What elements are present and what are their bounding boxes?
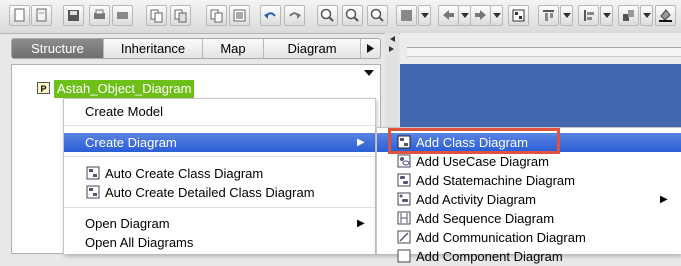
print-icon[interactable] [89,5,110,26]
zoom-fit-icon[interactable] [342,5,363,26]
submenu-item-add-usecase-diagram[interactable]: Add UseCase Diagram [377,152,681,171]
usecase-diagram-icon [397,154,411,168]
menu-item-auto-create-class[interactable]: Auto Create Class Diagram [64,164,375,183]
class-diagram-icon [86,185,100,199]
dropdown-arrow-icon[interactable] [418,5,431,26]
arrange-icon[interactable] [618,5,639,26]
submenu-arrow-icon: ▶ [660,194,668,205]
sequence-diagram-icon [397,211,411,225]
menu-item-create-model[interactable]: Create Model [64,102,375,121]
tab-diagram[interactable]: Diagram [264,39,361,58]
background-icon[interactable] [396,5,417,26]
tab-structure[interactable]: Structure [12,39,104,58]
dropdown-arrow-icon[interactable] [640,5,653,26]
arrange-icon[interactable] [578,5,599,26]
cut-icon[interactable] [206,5,227,26]
save-icon[interactable] [63,5,84,26]
tab-overflow-button[interactable] [361,39,380,58]
menu-item-label: Add Sequence Diagram [416,211,555,226]
triangle-right-icon [367,44,374,53]
communication-diagram-icon [397,230,411,244]
expand-right-icon [389,46,394,52]
menu-item-label: Create Diagram [85,135,177,150]
menu-item-open-all-diagrams[interactable]: Open All Diagrams [64,233,375,252]
forward-icon[interactable] [470,5,491,26]
menu-item-label: Auto Create Detailed Class Diagram [105,185,315,200]
copy-image-icon[interactable] [229,5,250,26]
copy-icon[interactable] [146,5,167,26]
dropdown-arrow-icon[interactable] [490,5,503,26]
create-diagram-submenu: Add Class Diagram Add UseCase Diagram Ad… [376,127,681,264]
main-toolbar [0,0,681,34]
print-preview-icon[interactable] [112,5,133,26]
menu-item-create-diagram[interactable]: Create Diagram ▶ [64,133,375,152]
menu-item-label: Add Component Diagram [416,249,563,264]
collapse-left-icon [390,36,395,42]
activity-diagram-icon [397,192,411,206]
menu-item-label: Add UseCase Diagram [416,154,549,169]
tab-map[interactable]: Map [203,39,264,58]
submenu-item-add-statemachine-diagram[interactable]: Add Statemachine Diagram [377,171,681,190]
package-icon: P [37,82,50,94]
component-diagram-icon [397,249,411,263]
submenu-arrow-icon: ▶ [357,218,365,229]
class-diagram-icon [86,166,100,180]
context-menu: Create Model Create Diagram ▶ Auto Creat… [63,98,376,254]
paste-icon[interactable] [170,5,191,26]
menu-item-label: Add Activity Diagram [416,192,536,207]
align-icon[interactable] [538,5,559,26]
submenu-item-add-communication-diagram[interactable]: Add Communication Diagram [377,228,681,247]
menu-separator [64,156,375,157]
fill-color-icon[interactable] [655,5,676,26]
tree-node-root[interactable]: Astah_Object_Diagram [54,80,195,98]
menu-item-auto-create-detailed[interactable]: Auto Create Detailed Class Diagram [64,183,375,202]
menu-item-label: Auto Create Class Diagram [105,166,264,181]
menu-item-label: Add Statemachine Diagram [416,173,575,188]
new-file-icon[interactable] [9,5,30,26]
grid-icon[interactable] [508,5,529,26]
tab-inheritance[interactable]: Inheritance [104,39,203,58]
dropdown-arrow-icon[interactable] [363,69,375,77]
menu-item-open-diagram[interactable]: Open Diagram ▶ [64,214,375,233]
menu-item-label: Add Communication Diagram [416,230,586,245]
ruler [407,47,681,57]
zoom-in-icon[interactable] [317,5,338,26]
explorer-tabs: Structure Inheritance Map Diagram [11,38,381,59]
dropdown-arrow-icon[interactable] [560,5,573,26]
back-icon[interactable] [438,5,459,26]
menu-separator [64,125,375,126]
submenu-arrow-icon: ▶ [357,137,365,148]
statemachine-diagram-icon [397,173,411,187]
menu-item-label: Open Diagram [85,216,170,231]
open-file-icon[interactable] [31,5,52,26]
submenu-item-add-component-diagram[interactable]: Add Component Diagram [377,247,681,266]
submenu-item-add-class-diagram[interactable]: Add Class Diagram [377,133,681,152]
menu-separator [64,207,375,208]
dropdown-arrow-icon[interactable] [600,5,613,26]
submenu-item-add-activity-diagram[interactable]: Add Activity Diagram ▶ [377,190,681,209]
redo-icon[interactable] [284,5,305,26]
submenu-item-add-sequence-diagram[interactable]: Add Sequence Diagram [377,209,681,228]
menu-item-label: Add Class Diagram [416,135,528,150]
undo-icon[interactable] [260,5,281,26]
class-diagram-icon [397,135,411,149]
zoom-out-icon[interactable] [367,5,388,26]
